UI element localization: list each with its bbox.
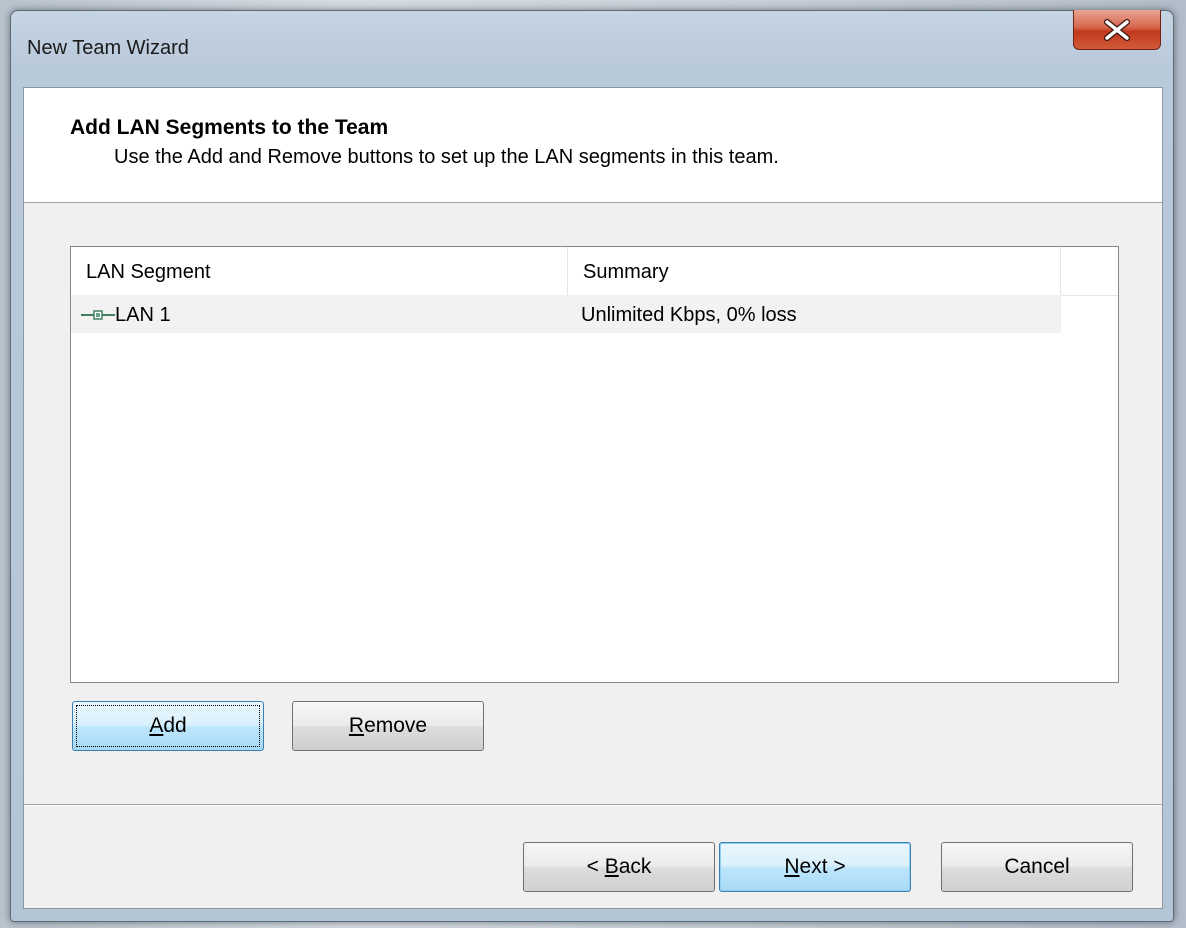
wizard-window: New Team Wizard Add LAN Segments to the … bbox=[10, 10, 1174, 922]
window-title: New Team Wizard bbox=[27, 37, 189, 59]
column-header-summary[interactable]: Summary bbox=[568, 247, 1061, 295]
list-header: LAN Segment Summary bbox=[71, 247, 1118, 296]
cancel-button[interactable]: Cancel bbox=[941, 842, 1133, 892]
title-bar[interactable]: New Team Wizard bbox=[11, 10, 1173, 87]
back-button-prefix: < bbox=[586, 855, 605, 878]
next-button-mnemonic: N bbox=[784, 855, 800, 878]
page-subtitle: Use the Add and Remove buttons to set up… bbox=[114, 146, 779, 168]
lan-segment-list[interactable]: LAN Segment Summary LAN 1 Unlimited Kbps… bbox=[70, 246, 1119, 683]
add-button-mnemonic: A bbox=[149, 714, 164, 737]
lan-segment-name: LAN 1 bbox=[115, 304, 171, 326]
add-button[interactable]: Add bbox=[72, 701, 264, 751]
network-cable-icon bbox=[81, 310, 115, 320]
remove-button-label: emove bbox=[364, 714, 428, 737]
back-button-mnemonic: B bbox=[604, 855, 619, 878]
wizard-header: Add LAN Segments to the Team Use the Add… bbox=[24, 88, 1162, 203]
remove-button[interactable]: Remove bbox=[292, 701, 484, 751]
remove-button-mnemonic: R bbox=[348, 714, 365, 737]
list-item[interactable]: LAN 1 Unlimited Kbps, 0% loss bbox=[71, 295, 1061, 333]
back-button-label: ack bbox=[618, 855, 652, 878]
lan-segment-summary: Unlimited Kbps, 0% loss bbox=[581, 304, 797, 326]
close-icon bbox=[1104, 18, 1130, 41]
close-button[interactable] bbox=[1073, 10, 1161, 50]
wizard-client-area: Add LAN Segments to the Team Use the Add… bbox=[23, 87, 1163, 909]
next-button-label: ext > bbox=[799, 855, 846, 878]
footer-separator bbox=[24, 804, 1162, 806]
back-button[interactable]: < Back bbox=[523, 842, 715, 892]
page-title: Add LAN Segments to the Team bbox=[70, 116, 389, 139]
column-header-lan-segment[interactable]: LAN Segment bbox=[71, 247, 568, 295]
add-button-label: dd bbox=[163, 714, 187, 737]
next-button[interactable]: Next > bbox=[719, 842, 911, 892]
